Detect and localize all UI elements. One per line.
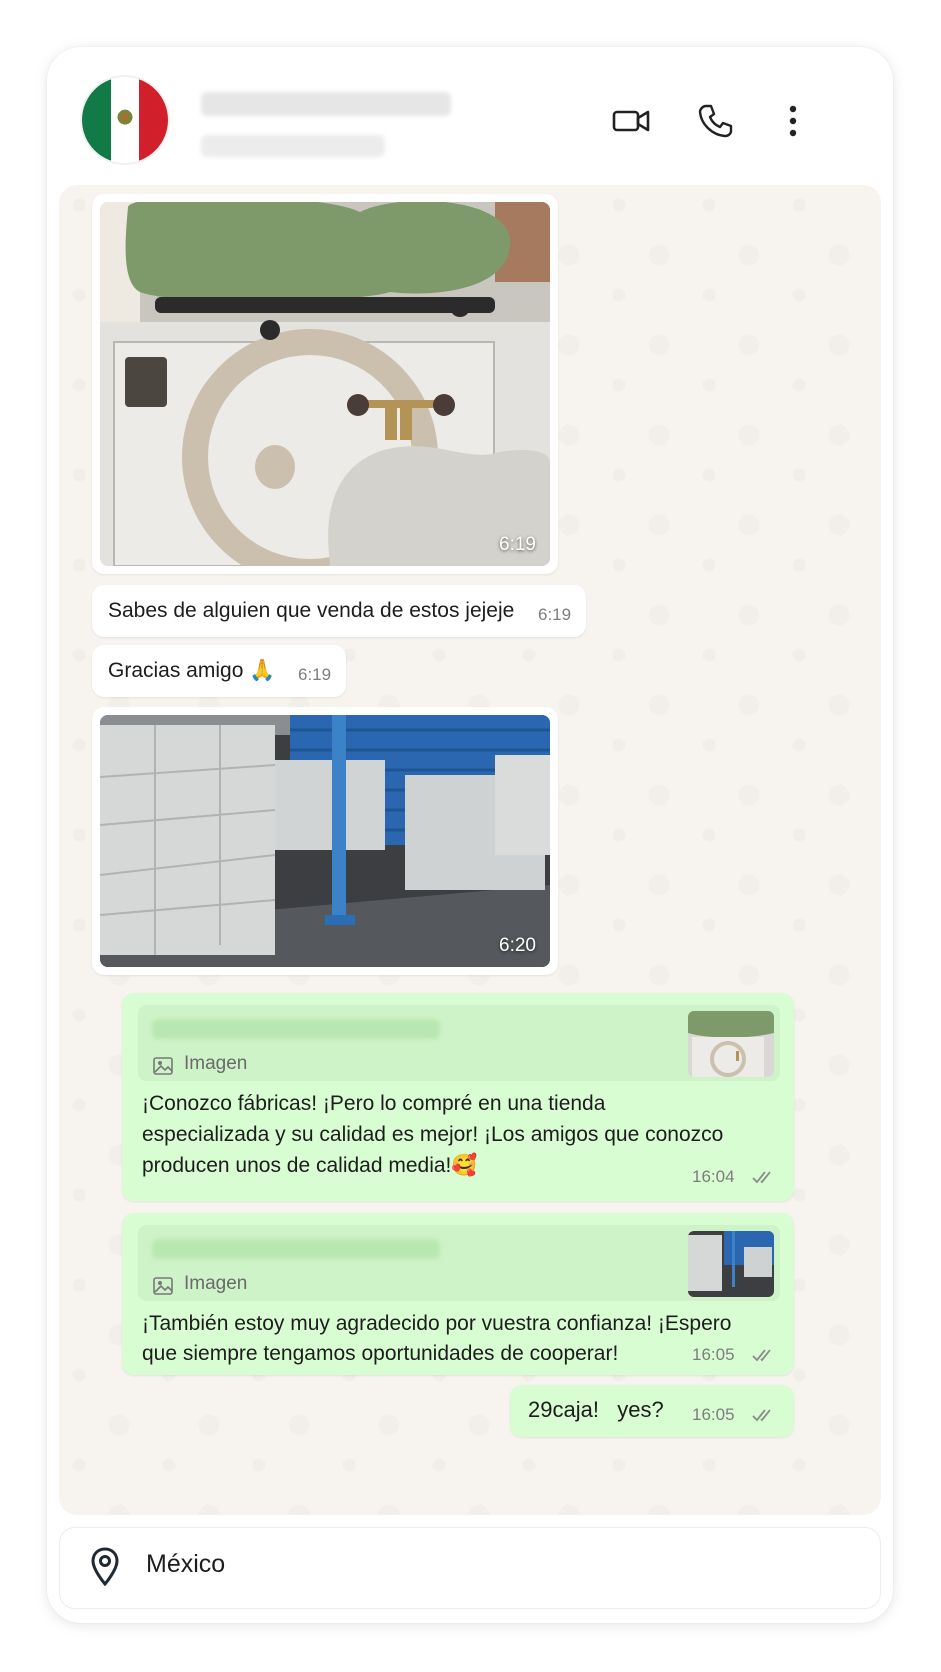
ride-on-toy-photo[interactable]: 6:19: [100, 202, 550, 566]
quoted-image-thumbnail: [688, 1011, 774, 1077]
read-receipt-icon: [752, 1349, 771, 1362]
read-receipt-icon: [752, 1171, 771, 1184]
quoted-type-label: Imagen: [184, 1053, 248, 1074]
quoted-message[interactable]: Imagen: [138, 1225, 780, 1301]
chat-header: [47, 47, 893, 185]
contact-name-redacted[interactable]: [201, 92, 451, 116]
message-timestamp: 16:04: [692, 1167, 735, 1186]
quoted-message[interactable]: Imagen: [138, 1005, 780, 1081]
text-message[interactable]: Gracias amigo 🙏 6:19: [92, 645, 346, 697]
location-pin-icon: [91, 1547, 119, 1586]
message-text: 29caja! yes?: [528, 1397, 664, 1422]
reply-message[interactable]: Imagen ¡Conozco fábricas! ¡Pero lo compr…: [122, 993, 794, 1201]
message-timestamp: 16:05: [692, 1345, 735, 1364]
warehouse-boxes-photo[interactable]: 6:20: [100, 715, 550, 967]
image-message[interactable]: 6:19: [92, 194, 558, 574]
chat-window: 6:19 Sabes de alguien que venda de estos…: [47, 47, 893, 1623]
quoted-image-thumbnail: [688, 1231, 774, 1297]
quoted-sender-redacted: [152, 1239, 440, 1259]
message-timestamp: 6:19: [538, 605, 572, 624]
image-icon: [153, 1277, 173, 1295]
image-message[interactable]: 6:20: [92, 707, 558, 975]
contact-status-redacted: [201, 135, 385, 157]
image-timestamp: 6:20: [499, 935, 536, 956]
mexico-flag-icon[interactable]: [82, 77, 168, 163]
text-message[interactable]: Sabes de alguien que venda de estos jeje…: [92, 585, 586, 637]
location-bar[interactable]: México: [59, 1527, 881, 1609]
message-text: Sabes de alguien que venda de estos jeje…: [108, 599, 515, 622]
message-list[interactable]: 6:19 Sabes de alguien que venda de estos…: [59, 185, 881, 1515]
message-timestamp: 16:05: [692, 1405, 735, 1424]
read-receipt-icon: [752, 1409, 771, 1422]
image-timestamp: 6:19: [499, 534, 536, 555]
phone-call-icon[interactable]: [695, 101, 735, 141]
message-line: ¡También estoy muy agradecido por vuestr…: [142, 1312, 732, 1335]
video-call-icon[interactable]: [611, 101, 651, 141]
message-timestamp: 6:19: [298, 665, 332, 684]
reply-message[interactable]: Imagen ¡También estoy muy agradecido por…: [122, 1213, 794, 1375]
message-line: que siempre tengamos oportunidades de co…: [142, 1342, 619, 1365]
message-line: ¡Conozco fábricas! ¡Pero lo compré en un…: [142, 1092, 606, 1115]
message-line: producen unos de calidad media!🥰: [142, 1154, 478, 1177]
location-text: México: [146, 1550, 226, 1578]
quoted-type-label: Imagen: [184, 1273, 248, 1294]
image-icon: [153, 1057, 173, 1075]
message-text: Gracias amigo 🙏: [108, 659, 276, 682]
more-options-icon[interactable]: [773, 101, 813, 141]
text-message[interactable]: 29caja! yes? 16:05: [510, 1385, 794, 1437]
message-line: especializada y su calidad es mejor! ¡Lo…: [142, 1123, 724, 1146]
quoted-sender-redacted: [152, 1019, 440, 1039]
